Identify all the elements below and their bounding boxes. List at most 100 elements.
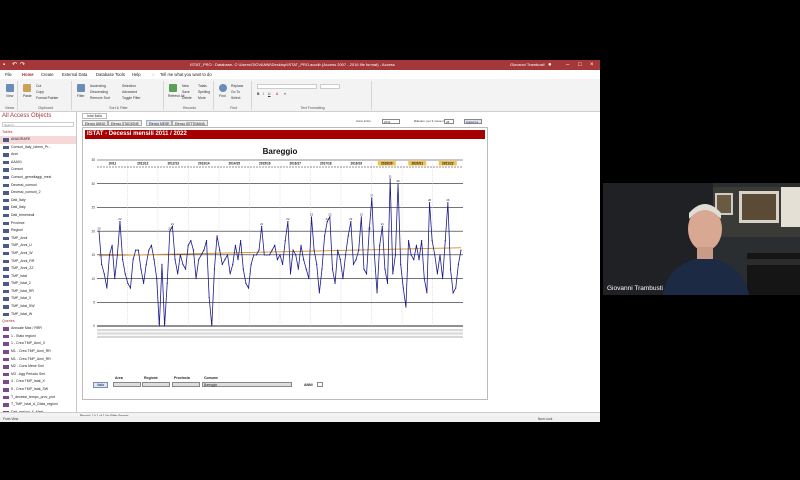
nav-item-table[interactable]: Dati_trimestrali: [0, 212, 76, 220]
nav-item-table[interactable]: TMP_Istat_W: [0, 311, 76, 319]
nav-item-query[interactable]: T_TMP_Istat_A_Dista_regioni: [0, 401, 76, 409]
mese-field[interactable]: 28: [444, 119, 454, 124]
redo-icon[interactable]: ↷: [20, 60, 25, 70]
tab-elenco-anno[interactable]: Elenco ANNO: [82, 120, 109, 126]
paste-icon[interactable]: [23, 84, 31, 92]
nav-item-table[interactable]: TMP_Istat_SW: [0, 303, 76, 311]
replace-button[interactable]: Replace: [231, 84, 243, 88]
view-icon[interactable]: [6, 84, 14, 92]
anno-field[interactable]: 2011: [382, 119, 400, 124]
area-field[interactable]: [113, 382, 141, 387]
nav-item-query[interactable]: 4 - Crea TMP_Istat_X: [0, 378, 76, 386]
spelling-button[interactable]: Spelling: [198, 90, 210, 94]
cut-button[interactable]: Cut: [36, 84, 41, 88]
italia-button[interactable]: Italia: [93, 382, 108, 388]
filter-icon[interactable]: [77, 84, 85, 92]
close-icon[interactable]: ×: [590, 60, 594, 70]
nav-item-table[interactable]: Comuni_Italy_Istmm_Pr...: [0, 144, 76, 152]
nav-item-query[interactable]: T_decessi_tempo_prov_piot: [0, 394, 76, 402]
nav-item-table[interactable]: TMP_Anni_W: [0, 250, 76, 258]
nav-item-table[interactable]: TMP_Istat_RR: [0, 288, 76, 296]
nav-item-query[interactable]: Annuale Max / RRR: [0, 325, 76, 333]
maximize-icon[interactable]: □: [578, 60, 582, 70]
select-button[interactable]: Select: [231, 96, 240, 100]
view-button[interactable]: View: [6, 94, 13, 98]
format-painter-button[interactable]: Format Painter: [36, 96, 58, 100]
find-icon[interactable]: [219, 84, 227, 92]
advanced-button[interactable]: Advanced: [122, 90, 137, 94]
find-button[interactable]: Find: [219, 94, 226, 98]
nav-title[interactable]: All Access Objects: [2, 113, 51, 119]
font-name-field[interactable]: [257, 84, 317, 89]
paste-button[interactable]: Paste: [23, 94, 32, 98]
nav-item-table[interactable]: TMP_Istat: [0, 273, 76, 281]
nav-item-table[interactable]: Anni: [0, 151, 76, 159]
menu-create[interactable]: Create: [41, 70, 54, 79]
font-size-field[interactable]: [320, 84, 340, 89]
nav-item-table[interactable]: TMP_Anni_RR: [0, 258, 76, 266]
anni-checkbox[interactable]: [317, 382, 323, 387]
menu-external-data[interactable]: External Data: [62, 70, 87, 79]
tell-me-box[interactable]: Tell me what you want to do: [160, 70, 212, 79]
nav-item-table[interactable]: TMP_Anni_ZZ: [0, 265, 76, 273]
nav-item-table[interactable]: Decessi_comuni_2: [0, 189, 76, 197]
nav-item-table[interactable]: TMP_Anni_U: [0, 242, 76, 250]
tab-elenco-settimana[interactable]: Elenco SETTIMANA: [172, 120, 208, 126]
nav-item-query[interactable]: 5 - Crea TMP_Istat_SW: [0, 386, 76, 394]
nav-item-table[interactable]: Comuni_gemellaggi_mesi: [0, 174, 76, 182]
remove-sort-button[interactable]: Remove Sort: [90, 96, 110, 100]
nav-item-table[interactable]: ANAGRAFE: [0, 136, 76, 144]
nav-item-table[interactable]: Dati_Italy: [0, 197, 76, 205]
align-icon[interactable]: ≡: [284, 92, 286, 96]
save-icon[interactable]: ▪: [3, 60, 5, 70]
nav-item-table[interactable]: TMP_Istat_2: [0, 280, 76, 288]
menu-file[interactable]: File: [5, 70, 12, 79]
italic-icon[interactable]: I: [263, 92, 264, 96]
nav-item-table[interactable]: AAA01: [0, 159, 76, 167]
save-button[interactable]: Save: [182, 90, 190, 94]
nav-item-query[interactable]: M1 - Crea TMP_Anni_RR: [0, 356, 76, 364]
nav-item-query[interactable]: M3 - Agg Periodo Smi: [0, 371, 76, 379]
refresh-icon[interactable]: [169, 84, 177, 92]
nav-item-table[interactable]: Dati_Italy: [0, 204, 76, 212]
nav-item-table[interactable]: TMP_Anni: [0, 235, 76, 243]
nav-item-query[interactable]: M2 - Cons Mese Smi: [0, 363, 76, 371]
totals-button[interactable]: Totals: [198, 84, 207, 88]
font-color-icon[interactable]: A: [276, 92, 278, 96]
toggle-filter-button[interactable]: Toggle Filter: [122, 96, 140, 100]
more-button[interactable]: More: [198, 96, 206, 100]
nav-item-table[interactable]: Regioni: [0, 227, 76, 235]
nav-section-tables[interactable]: Tables: [0, 129, 76, 136]
nav-item-table[interactable]: Decessi_comuni: [0, 182, 76, 190]
delete-button[interactable]: Delete: [182, 96, 192, 100]
bold-icon[interactable]: B: [257, 92, 259, 96]
tab-elenco-stagione[interactable]: Elenco STAGIONE: [108, 120, 142, 126]
selection-button[interactable]: Selection: [122, 84, 136, 88]
goto-button[interactable]: Go To: [231, 90, 240, 94]
nav-item-table[interactable]: Comuni: [0, 166, 76, 174]
document-tab[interactable]: Istat Italia: [82, 113, 107, 119]
descending-button[interactable]: Descending: [90, 90, 108, 94]
nav-item-table[interactable]: TMP_Istat_3: [0, 295, 76, 303]
nav-item-query[interactable]: 1 - Stato regioni: [0, 333, 76, 341]
nav-item-query[interactable]: 1 - Crea TMP_Anni_X: [0, 340, 76, 348]
nav-search-input[interactable]: Search...: [2, 122, 74, 127]
comune-field[interactable]: Bareggio: [202, 382, 292, 387]
minimize-icon[interactable]: –: [566, 60, 569, 70]
nav-item-table[interactable]: Province: [0, 220, 76, 228]
copy-button[interactable]: Copy: [36, 90, 44, 94]
new-button[interactable]: New: [182, 84, 189, 88]
nav-section-queries[interactable]: Queries: [0, 318, 76, 325]
regione-field[interactable]: [142, 382, 170, 387]
aggiorna-button[interactable]: Aggiorna: [464, 119, 482, 124]
ascending-button[interactable]: Ascending: [90, 84, 106, 88]
undo-icon[interactable]: ↶: [12, 60, 17, 70]
user-avatar-icon[interactable]: ●: [548, 60, 552, 70]
nav-item-query[interactable]: M1 - Crea TMP_Anni_RR: [0, 348, 76, 356]
menu-help[interactable]: Help: [132, 70, 141, 79]
provincia-field[interactable]: [172, 382, 200, 387]
tab-elenco-mese[interactable]: Elenco MESE: [146, 120, 173, 126]
underline-icon[interactable]: U: [268, 92, 270, 96]
filter-button[interactable]: Filter: [77, 94, 85, 98]
menu-database-tools[interactable]: Database Tools: [96, 70, 125, 79]
